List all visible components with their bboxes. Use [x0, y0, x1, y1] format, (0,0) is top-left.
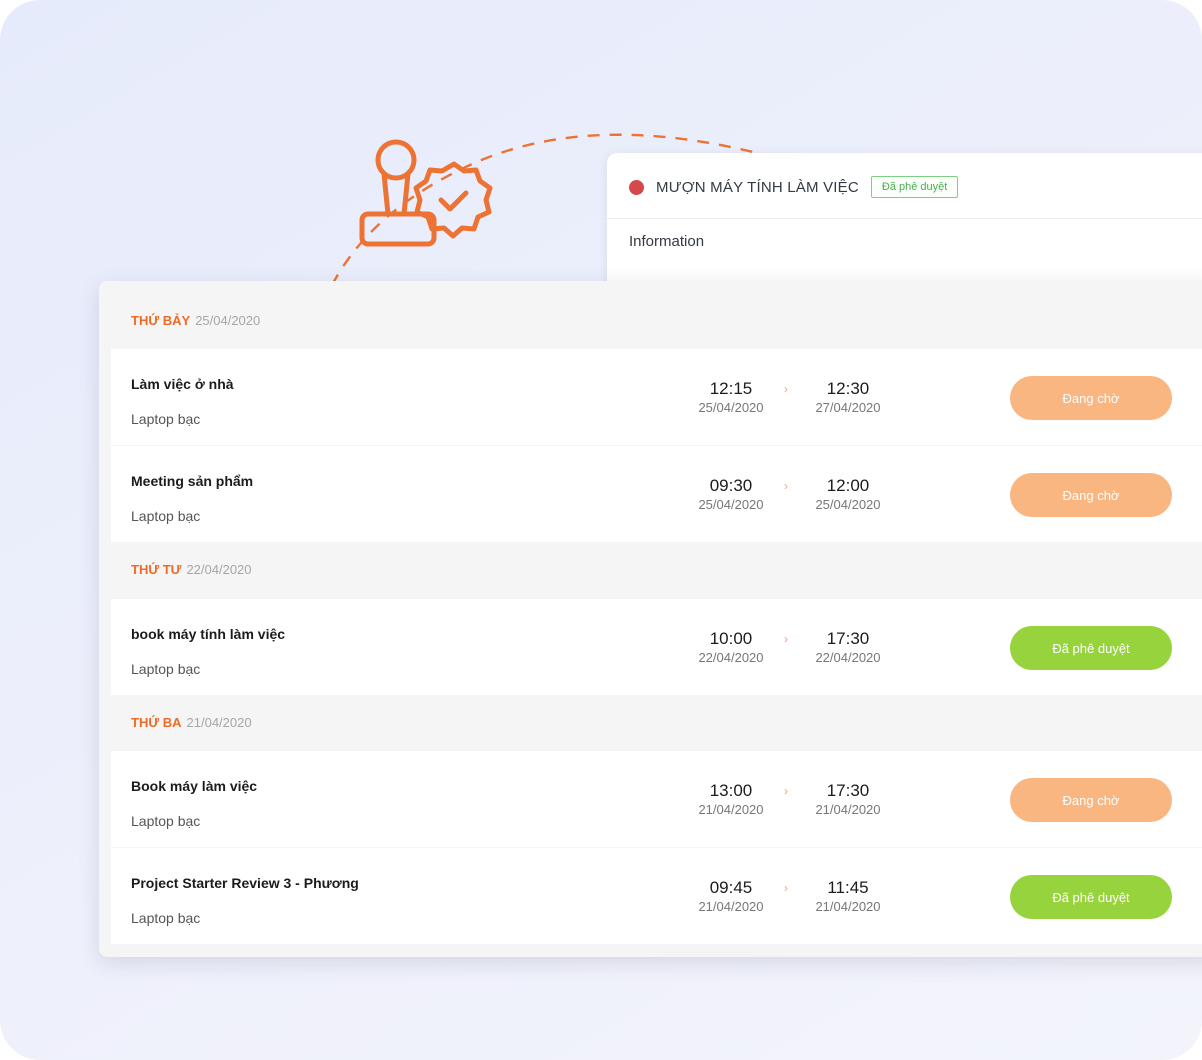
end-date: 21/04/2020	[815, 802, 881, 817]
booking-list-card: THỨ BẢY 25/04/2020 Làm việc ở nhà Laptop…	[99, 281, 1202, 957]
detail-header: MƯỢN MÁY TÍNH LÀM VIỆC Đã phê duyệt	[629, 175, 959, 199]
start-date: 21/04/2020	[698, 802, 764, 817]
start-time: 10:00	[709, 629, 753, 648]
arrow-right-icon: ›	[784, 632, 788, 646]
arrow-right-icon: ›	[784, 479, 788, 493]
booking-title: book máy tính làm việc	[131, 626, 286, 642]
end-time: 17:30	[826, 629, 870, 648]
booking-title: Meeting sản phẩm	[131, 473, 254, 489]
day-name: THỨ BẢY	[131, 312, 191, 328]
status-button-approved[interactable]: Đã phê duyệt	[1010, 626, 1172, 670]
start-date: 21/04/2020	[698, 899, 764, 914]
arrow-right-icon: ›	[784, 784, 788, 798]
start-date: 25/04/2020	[698, 400, 764, 415]
end-time-block: 12:30 27/04/2020	[803, 379, 893, 417]
end-date: 22/04/2020	[815, 650, 881, 665]
end-time-block: 12:00 25/04/2020	[803, 476, 893, 514]
start-time: 09:45	[709, 878, 753, 897]
day-date: 25/04/2020	[195, 312, 261, 328]
status-button-pending[interactable]: Đang chờ	[1010, 778, 1172, 822]
start-date: 22/04/2020	[698, 650, 764, 665]
day-date: 21/04/2020	[186, 714, 252, 730]
device-name: Laptop bạc	[131, 411, 201, 427]
day-date: 22/04/2020	[186, 561, 252, 577]
booking-row[interactable]: Project Starter Review 3 - Phương Laptop…	[111, 848, 1202, 944]
device-name: Laptop bạc	[131, 813, 201, 829]
detail-title: MƯỢN MÁY TÍNH LÀM VIỆC	[656, 178, 859, 196]
end-date: 25/04/2020	[815, 497, 881, 512]
day-name: THỨ BA	[131, 714, 182, 730]
booking-row[interactable]: Book máy làm việc Laptop bạc 13:00 21/04…	[111, 751, 1202, 847]
booking-title: Book máy làm việc	[131, 778, 258, 794]
day-header: THỨ TƯ 22/04/2020	[99, 540, 1202, 598]
device-name: Laptop bạc	[131, 661, 201, 677]
device-name: Laptop bạc	[131, 910, 201, 926]
background-frame: MƯỢN MÁY TÍNH LÀM VIỆC Đã phê duyệt Info…	[0, 0, 1202, 1060]
end-date: 27/04/2020	[815, 400, 881, 415]
booking-title: Làm việc ở nhà	[131, 376, 234, 392]
end-time: 11:45	[827, 878, 869, 897]
start-date: 25/04/2020	[698, 497, 764, 512]
start-time: 12:15	[709, 379, 753, 398]
day-header: THỨ BẢY 25/04/2020	[99, 291, 1202, 349]
start-time-block: 10:00 22/04/2020	[686, 629, 776, 667]
start-time-block: 13:00 21/04/2020	[686, 781, 776, 819]
start-time-block: 12:15 25/04/2020	[686, 379, 776, 417]
day-name: THỨ TƯ	[131, 561, 182, 577]
booking-row[interactable]: Làm việc ở nhà Laptop bạc 12:15 25/04/20…	[111, 349, 1202, 445]
end-date: 21/04/2020	[815, 899, 881, 914]
booking-row[interactable]: book máy tính làm việc Laptop bạc 10:00 …	[111, 599, 1202, 695]
start-time-block: 09:30 25/04/2020	[686, 476, 776, 514]
status-dot	[629, 179, 644, 195]
end-time-block: 17:30 22/04/2020	[803, 629, 893, 667]
section-label: Information	[629, 233, 705, 250]
booking-title: Project Starter Review 3 - Phương	[131, 875, 359, 891]
start-time: 13:00	[709, 781, 753, 800]
arrow-right-icon: ›	[784, 382, 788, 396]
end-time: 17:30	[826, 781, 870, 800]
start-time: 09:30	[709, 476, 753, 495]
booking-row[interactable]: Meeting sản phẩm Laptop bạc 09:30 25/04/…	[111, 446, 1202, 542]
status-tag: Đã phê duyệt	[870, 176, 959, 198]
device-name: Laptop bạc	[131, 508, 201, 524]
divider	[607, 218, 1202, 219]
arrow-right-icon: ›	[784, 881, 788, 895]
day-header: THỨ BA 21/04/2020	[99, 693, 1202, 751]
end-time: 12:00	[826, 476, 870, 495]
end-time-block: 11:45 21/04/2020	[803, 878, 893, 916]
status-button-pending[interactable]: Đang chờ	[1010, 473, 1172, 517]
end-time: 12:30	[826, 379, 870, 398]
status-button-pending[interactable]: Đang chờ	[1010, 376, 1172, 420]
stamp-approved-icon	[359, 139, 493, 247]
end-time-block: 17:30 21/04/2020	[803, 781, 893, 819]
status-button-approved[interactable]: Đã phê duyệt	[1010, 875, 1172, 919]
start-time-block: 09:45 21/04/2020	[686, 878, 776, 916]
